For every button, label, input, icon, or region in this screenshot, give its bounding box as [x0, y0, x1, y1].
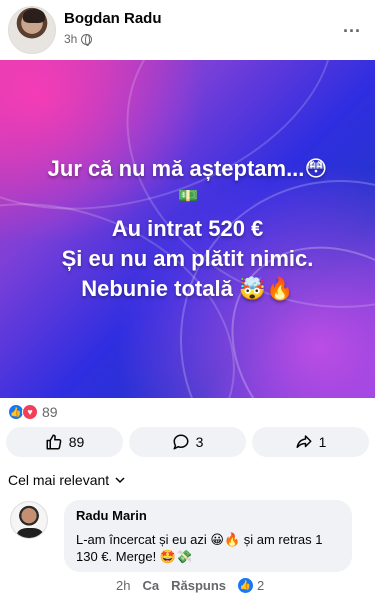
chevron-down-icon	[115, 477, 125, 484]
love-icon: ♥	[22, 404, 38, 420]
money-emoji: 💵	[178, 188, 198, 205]
thumbs-up-icon	[46, 434, 62, 450]
comment-count: 3	[195, 434, 204, 450]
commenter-name[interactable]: Radu Marin	[76, 508, 340, 523]
commenter-avatar[interactable]	[10, 501, 48, 539]
like-icon: 👍	[238, 578, 253, 593]
like-count: 89	[68, 434, 85, 450]
more-options-button[interactable]: ...	[343, 16, 361, 37]
like-button[interactable]: 89	[6, 427, 123, 457]
comment-reply-button[interactable]: Răspuns	[171, 578, 226, 593]
image-text-line-3: Și eu nu am plătit nimic.	[61, 246, 314, 271]
share-icon	[296, 435, 312, 448]
author-avatar[interactable]	[8, 6, 56, 54]
post-meta: 3h	[64, 32, 93, 46]
share-count: 1	[318, 434, 327, 450]
sort-label: Cel mai relevant	[8, 472, 110, 488]
image-text-line-2: Au intrat 520 €	[111, 216, 264, 241]
post-time[interactable]: 3h	[64, 32, 77, 46]
comment-button[interactable]: 3	[129, 427, 246, 457]
image-text-line-1: Jur că nu mă așteptam...😳	[47, 156, 328, 181]
comment-icon	[173, 434, 189, 450]
comment-footer: 2h Ca Răspuns 👍 2	[116, 578, 264, 593]
globe-icon	[81, 33, 93, 46]
post-header: Bogdan Radu 3h ...	[0, 0, 375, 60]
reaction-summary[interactable]: 👍 ♥ 89	[8, 404, 58, 420]
author-name[interactable]: Bogdan Radu	[64, 10, 162, 27]
comment-text: L-am încercat și eu azi 😀🔥 și am retras …	[76, 532, 323, 564]
comment-bubble: Radu Marin L-am încercat și eu azi 😀🔥 și…	[64, 500, 352, 572]
post-actions: 89 3 1	[6, 427, 369, 457]
comment-like-button[interactable]: Ca	[142, 578, 159, 593]
comment-reaction[interactable]: 👍 2	[238, 578, 264, 593]
reaction-count: 89	[42, 404, 58, 420]
post-image[interactable]: Jur că nu mă așteptam...😳 💵 Au intrat 52…	[0, 60, 375, 398]
image-text-line-4: Nebunie totală 🤯🔥	[81, 276, 294, 301]
comment-sort-dropdown[interactable]: Cel mai relevant	[8, 472, 125, 488]
share-button[interactable]: 1	[252, 427, 369, 457]
comment-like-count: 2	[257, 578, 265, 593]
comment-time[interactable]: 2h	[116, 578, 130, 593]
